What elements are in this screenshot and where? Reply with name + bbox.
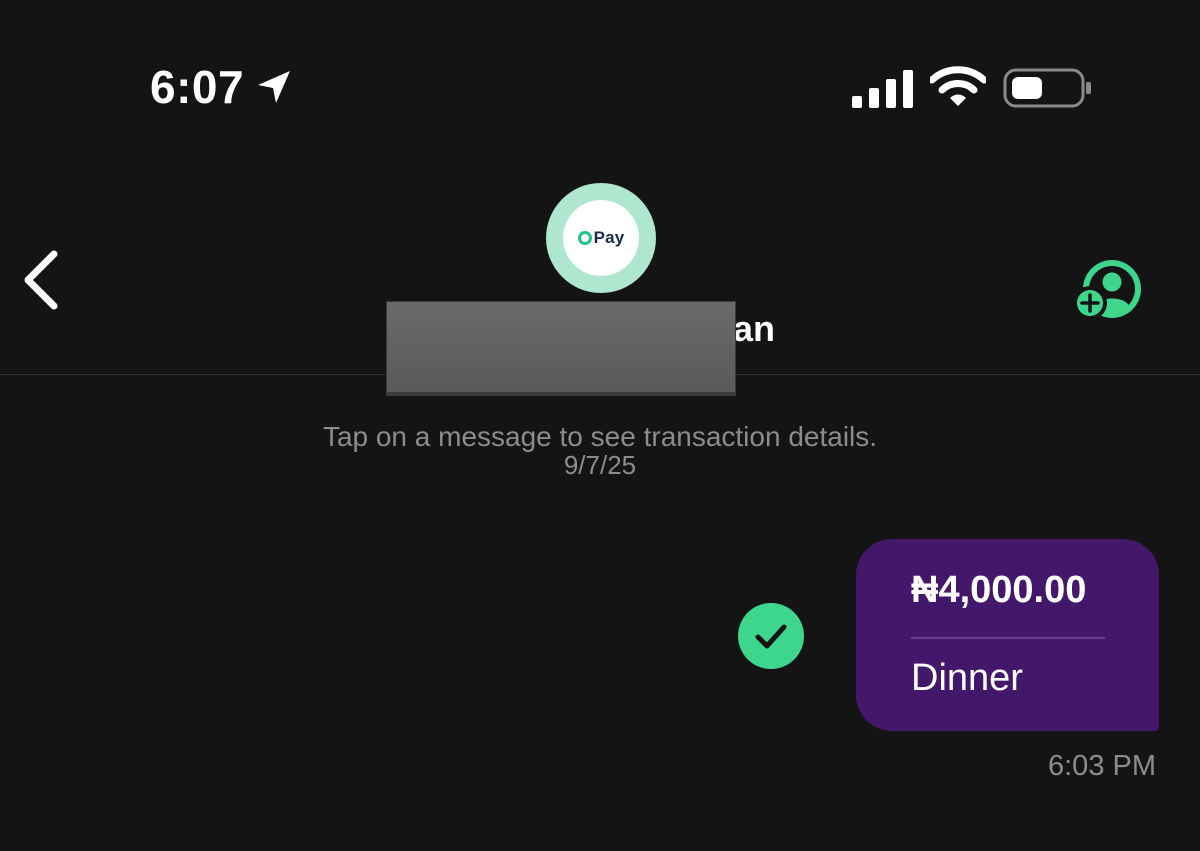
conversation-date: 9/7/25: [563, 450, 637, 480]
battery-icon: [1003, 68, 1091, 108]
transaction-hint: Tap on a message to see transaction deta…: [322, 421, 878, 452]
payment-note: Dinner: [911, 657, 1023, 699]
payment-message-bubble[interactable]: ₦4,000.00 Dinner: [856, 539, 1159, 731]
bubble-divider: [911, 637, 1105, 639]
status-time-group: 6:07: [150, 60, 294, 114]
opay-logo-text: Pay: [593, 228, 625, 247]
contact-name: an: [733, 308, 776, 349]
message-timestamp: 6:03 PM: [1048, 750, 1156, 782]
wifi-icon: [930, 66, 986, 106]
opay-logo: Pay: [563, 200, 639, 276]
contact-avatar[interactable]: Pay: [546, 183, 656, 293]
status-time: 6:07: [150, 61, 245, 113]
location-arrow-icon: [258, 71, 291, 103]
opay-logo-mark-icon: [577, 231, 592, 245]
chevron-left-icon[interactable]: [14, 244, 70, 316]
status-bar: 6:07: [0, 0, 1200, 150]
cellular-signal-icon: [852, 70, 913, 108]
chat-header: Pay an: [0, 150, 1200, 393]
redacted-name-overlay: [386, 301, 736, 393]
check-circle-icon: [738, 603, 804, 669]
add-contact-icon[interactable]: [1070, 258, 1148, 324]
payment-amount: ₦4,000.00: [911, 569, 1087, 611]
